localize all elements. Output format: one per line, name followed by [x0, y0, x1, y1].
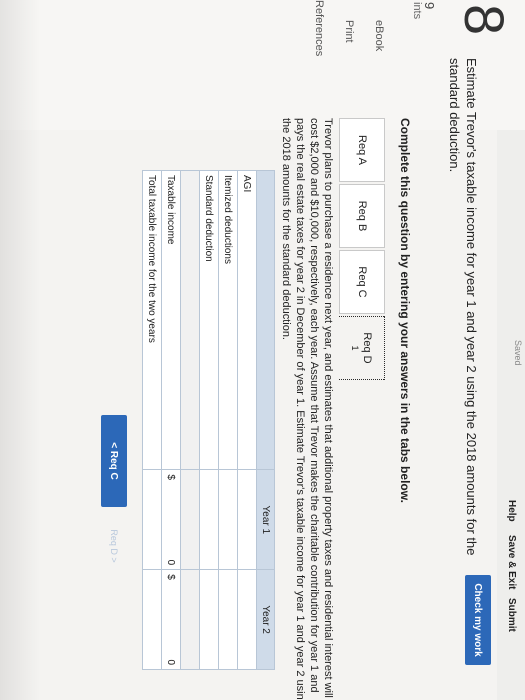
scenario-text: Trevor plans to purchase a residence nex… — [280, 118, 334, 700]
tab-req-d-sub: 1 — [350, 345, 361, 351]
points-label: ints — [411, 2, 423, 20]
taxable-year2-cell: $ 0 — [161, 569, 181, 670]
row-label-total: Total taxable income for the two years — [142, 170, 162, 470]
standard-year2-input[interactable] — [199, 569, 219, 670]
row-label-blank — [180, 170, 200, 470]
photo-shadow — [0, 0, 40, 700]
taxable-year1-value: 0 — [165, 559, 177, 566]
agi-year1-input[interactable] — [237, 469, 257, 570]
blank-year2-input[interactable] — [180, 569, 200, 670]
table-row — [180, 170, 200, 670]
help-link[interactable]: Help — [506, 500, 517, 522]
tab-req-d-label: Req D — [361, 332, 374, 364]
itemized-year1-input[interactable] — [218, 469, 238, 570]
taxable-year1-cell: $ 0 — [161, 469, 181, 570]
references-link[interactable]: References — [313, 0, 325, 56]
tab-req-a[interactable]: Req A — [339, 118, 385, 182]
table-row: Taxable income $ 0 $ 0 — [161, 170, 181, 670]
standard-year1-input[interactable] — [199, 469, 219, 570]
question-text: Estimate Trevor's taxable income for yea… — [447, 58, 479, 556]
row-label-agi: AGI — [237, 170, 257, 470]
instruction-text: Complete this question by entering your … — [398, 118, 412, 503]
row-label-taxable: Taxable income — [161, 170, 181, 470]
saved-status: Saved — [513, 340, 523, 366]
table-row: Itemized deductions — [218, 170, 238, 670]
agi-year2-input[interactable] — [237, 569, 257, 670]
total-year1-input[interactable] — [142, 469, 162, 570]
blank-year1-input[interactable] — [180, 469, 200, 570]
table-row: Standard deduction — [199, 170, 219, 670]
itemized-year2-input[interactable] — [218, 569, 238, 670]
page: Saved Help Save & Exit Submit 8 9 ints e… — [0, 0, 525, 700]
table-row: Total taxable income for the two years — [142, 170, 162, 670]
check-my-work-button[interactable]: Check my work — [465, 575, 491, 665]
answer-table: Year 1 Year 2 AGI Itemized deductions St… — [142, 170, 275, 670]
prev-req-c-button[interactable]: < Req C — [101, 415, 127, 507]
tab-req-d[interactable]: Req D 1 — [339, 316, 385, 380]
print-link[interactable]: Print — [343, 20, 355, 43]
points-value: 9 — [422, 2, 437, 10]
table-header-row: Year 1 Year 2 — [256, 170, 275, 670]
row-label-itemized: Itemized deductions — [218, 170, 238, 470]
save-exit-link[interactable]: Save & Exit — [506, 535, 517, 589]
total-year2-input[interactable] — [142, 569, 162, 670]
next-req-d-button[interactable]: Req D > — [101, 500, 127, 592]
question-number: 8 — [453, 4, 516, 36]
header-year-2: Year 2 — [256, 569, 275, 670]
row-label-standard: Standard deduction — [199, 170, 219, 470]
tab-req-c[interactable]: Req C — [339, 250, 385, 314]
tab-req-b[interactable]: Req B — [339, 184, 385, 248]
currency-symbol: $ — [165, 574, 177, 580]
currency-symbol: $ — [165, 474, 177, 480]
submit-link[interactable]: Submit — [506, 598, 517, 632]
ebook-link[interactable]: eBook — [373, 20, 385, 51]
requirement-tabs: Req A Req B Req C Req D 1 — [339, 118, 385, 382]
taxable-year2-value: 0 — [165, 659, 177, 665]
header-year-1: Year 1 — [256, 469, 275, 570]
header-blank — [256, 170, 275, 470]
table-row: AGI — [237, 170, 257, 670]
